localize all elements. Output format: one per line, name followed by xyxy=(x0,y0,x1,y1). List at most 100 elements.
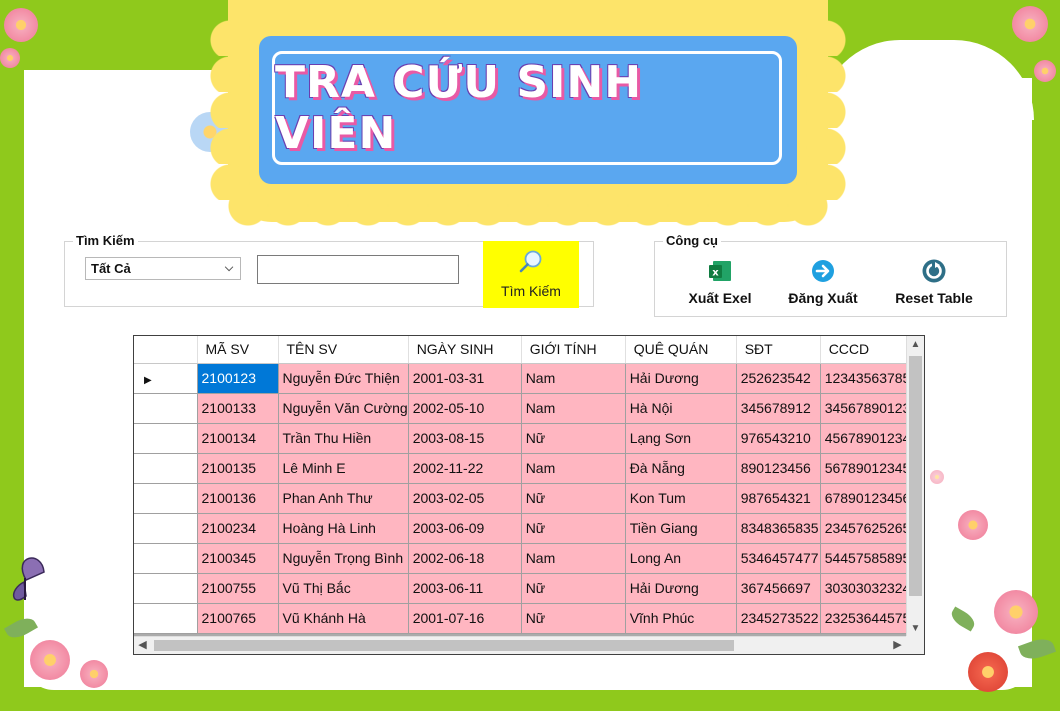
table-row[interactable]: 2100755 Vũ Thị Bắc 2003-06-11 Nữ Hải Dương 36… xyxy=(134,573,912,604)
table-cell[interactable]: 56789012345 xyxy=(820,453,912,484)
table-row[interactable]: 2100234 Hoàng Hà Linh 2003-06-09 Nữ Tiền Gia… xyxy=(134,513,912,544)
table-cell[interactable]: Nam xyxy=(521,543,626,574)
table-cell[interactable]: 30303032324 xyxy=(820,573,912,604)
table-cell[interactable]: Nam xyxy=(521,453,626,484)
column-header[interactable]: CCCD xyxy=(820,336,912,364)
table-cell[interactable]: 2100135 xyxy=(197,453,279,484)
table-cell[interactable]: 2100755 xyxy=(197,573,279,604)
table-cell[interactable]: 2100133 xyxy=(197,393,279,424)
table-cell[interactable]: Nữ xyxy=(521,423,626,454)
table-cell[interactable]: 54457585895 xyxy=(820,543,912,574)
row-header[interactable] xyxy=(134,573,198,604)
table-cell[interactable]: Long An xyxy=(625,543,737,574)
table-cell[interactable]: Nam xyxy=(521,363,626,394)
table-cell[interactable]: Hải Dương xyxy=(625,573,737,604)
table-cell[interactable]: Kon Tum xyxy=(625,483,737,514)
scroll-left-icon[interactable]: ◀ xyxy=(134,637,151,654)
table-cell[interactable]: Vũ Khánh Hà xyxy=(278,603,409,634)
table-cell[interactable]: Nữ xyxy=(521,603,626,634)
table-row[interactable]: 2100134 Trần Thu Hiền 2003-08-15 Nữ Lạng Sơn… xyxy=(134,423,912,454)
table-cell[interactable]: Tiền Giang xyxy=(625,513,737,544)
row-header[interactable] xyxy=(134,513,198,544)
table-cell[interactable]: 2345273522 xyxy=(736,603,821,634)
table-cell[interactable]: 2003-06-09 xyxy=(408,513,522,544)
reset-table-button[interactable]: Reset Table xyxy=(888,258,980,308)
vertical-scrollbar[interactable]: ▲ ▼ xyxy=(906,336,924,638)
table-cell[interactable]: 890123456 xyxy=(736,453,821,484)
table-cell[interactable]: 2100234 xyxy=(197,513,279,544)
table-cell[interactable]: Vĩnh Phúc xyxy=(625,603,737,634)
table-cell[interactable]: 976543210 xyxy=(736,423,821,454)
table-cell[interactable]: 45678901234 xyxy=(820,423,912,454)
row-header[interactable]: ▶ xyxy=(134,363,198,394)
table-cell[interactable]: Hoàng Hà Linh xyxy=(278,513,409,544)
table-cell[interactable]: 67890123456 xyxy=(820,483,912,514)
table-cell[interactable]: 34567890123 xyxy=(820,393,912,424)
table-cell[interactable]: 2100765 xyxy=(197,603,279,634)
row-header[interactable] xyxy=(134,603,198,634)
export-excel-button[interactable]: x Xuất Exel xyxy=(684,258,756,308)
table-cell[interactable]: 2003-02-05 xyxy=(408,483,522,514)
table-cell[interactable]: 2100134 xyxy=(197,423,279,454)
table-cell[interactable]: Trần Thu Hiền xyxy=(278,423,409,454)
table-cell[interactable]: 2003-08-15 xyxy=(408,423,522,454)
column-header[interactable]: NGÀY SINH xyxy=(408,336,522,364)
table-cell[interactable]: 345678912 xyxy=(736,393,821,424)
student-data-grid[interactable]: MÃ SV TÊN SV NGÀY SINH GIỚI TÍNH QUÊ QUÁ… xyxy=(133,335,925,655)
table-cell[interactable]: 987654321 xyxy=(736,483,821,514)
table-cell[interactable]: 2002-06-18 xyxy=(408,543,522,574)
table-cell[interactable]: Nguyễn Văn Cường xyxy=(278,393,409,424)
table-cell[interactable]: Nữ xyxy=(521,573,626,604)
row-header[interactable] xyxy=(134,423,198,454)
row-header[interactable] xyxy=(134,483,198,514)
table-cell[interactable]: 2100123 xyxy=(197,363,279,394)
horizontal-scroll-thumb[interactable] xyxy=(154,640,734,651)
table-row[interactable]: 2100133 Nguyễn Văn Cường 2002-05-10 Nam Hà N… xyxy=(134,393,912,424)
row-header[interactable] xyxy=(134,453,198,484)
table-cell[interactable]: 23253644575 xyxy=(820,603,912,634)
table-cell[interactable]: 5346457477 xyxy=(736,543,821,574)
table-cell[interactable]: Lê Minh E xyxy=(278,453,409,484)
column-header[interactable]: GIỚI TÍNH xyxy=(521,336,626,364)
table-cell[interactable]: Nữ xyxy=(521,483,626,514)
table-cell[interactable]: Đà Nẵng xyxy=(625,453,737,484)
table-row[interactable]: 2100135 Lê Minh E 2002-11-22 Nam Đà Nẵng 8901… xyxy=(134,453,912,484)
scroll-right-icon[interactable]: ▶ xyxy=(889,637,906,654)
column-header[interactable]: SĐT xyxy=(736,336,821,364)
table-cell[interactable]: Hà Nội xyxy=(625,393,737,424)
table-cell[interactable]: 2001-03-31 xyxy=(408,363,522,394)
table-cell[interactable]: Nữ xyxy=(521,513,626,544)
table-cell[interactable]: Vũ Thị Bắc xyxy=(278,573,409,604)
column-header[interactable]: TÊN SV xyxy=(278,336,409,364)
table-cell[interactable]: 252623542 xyxy=(736,363,821,394)
table-cell[interactable]: 2003-06-11 xyxy=(408,573,522,604)
table-cell[interactable]: 2002-05-10 xyxy=(408,393,522,424)
table-cell[interactable]: 12343563785 xyxy=(820,363,912,394)
search-button[interactable]: Tìm Kiếm xyxy=(483,241,579,308)
logout-button[interactable]: Đăng Xuất xyxy=(784,258,862,308)
table-cell[interactable]: Nguyễn Đức Thiện xyxy=(278,363,409,394)
row-header[interactable] xyxy=(134,543,198,574)
table-cell[interactable]: 2001-07-16 xyxy=(408,603,522,634)
scroll-up-icon[interactable]: ▲ xyxy=(907,336,924,354)
search-filter-dropdown[interactable]: Tất Cả ⌵ xyxy=(85,257,241,280)
table-cell[interactable]: Lạng Sơn xyxy=(625,423,737,454)
horizontal-scrollbar[interactable]: ◀ ▶ xyxy=(134,636,924,654)
table-cell[interactable]: 2100345 xyxy=(197,543,279,574)
table-cell[interactable]: Phan Anh Thư xyxy=(278,483,409,514)
table-cell[interactable]: 2100136 xyxy=(197,483,279,514)
search-input[interactable] xyxy=(257,255,459,284)
row-header[interactable] xyxy=(134,393,198,424)
table-cell[interactable]: 367456697 xyxy=(736,573,821,604)
table-cell[interactable]: Nguyễn Trọng Bình xyxy=(278,543,409,574)
vertical-scroll-thumb[interactable] xyxy=(909,356,922,596)
table-cell[interactable]: 23457625265 xyxy=(820,513,912,544)
table-cell[interactable]: 2002-11-22 xyxy=(408,453,522,484)
table-row[interactable]: 2100136 Phan Anh Thư 2003-02-05 Nữ Kon Tum 98… xyxy=(134,483,912,514)
table-row[interactable]: 2100765 Vũ Khánh Hà 2001-07-16 Nữ Vĩnh Phúc 2… xyxy=(134,603,912,634)
column-header[interactable]: MÃ SV xyxy=(197,336,279,364)
column-header[interactable]: QUÊ QUÁN xyxy=(625,336,737,364)
table-cell[interactable]: 8348365835 xyxy=(736,513,821,544)
table-row[interactable]: 2100345 Nguyễn Trọng Bình 2002-06-18 Nam Lon… xyxy=(134,543,912,574)
table-cell[interactable]: Hải Dương xyxy=(625,363,737,394)
